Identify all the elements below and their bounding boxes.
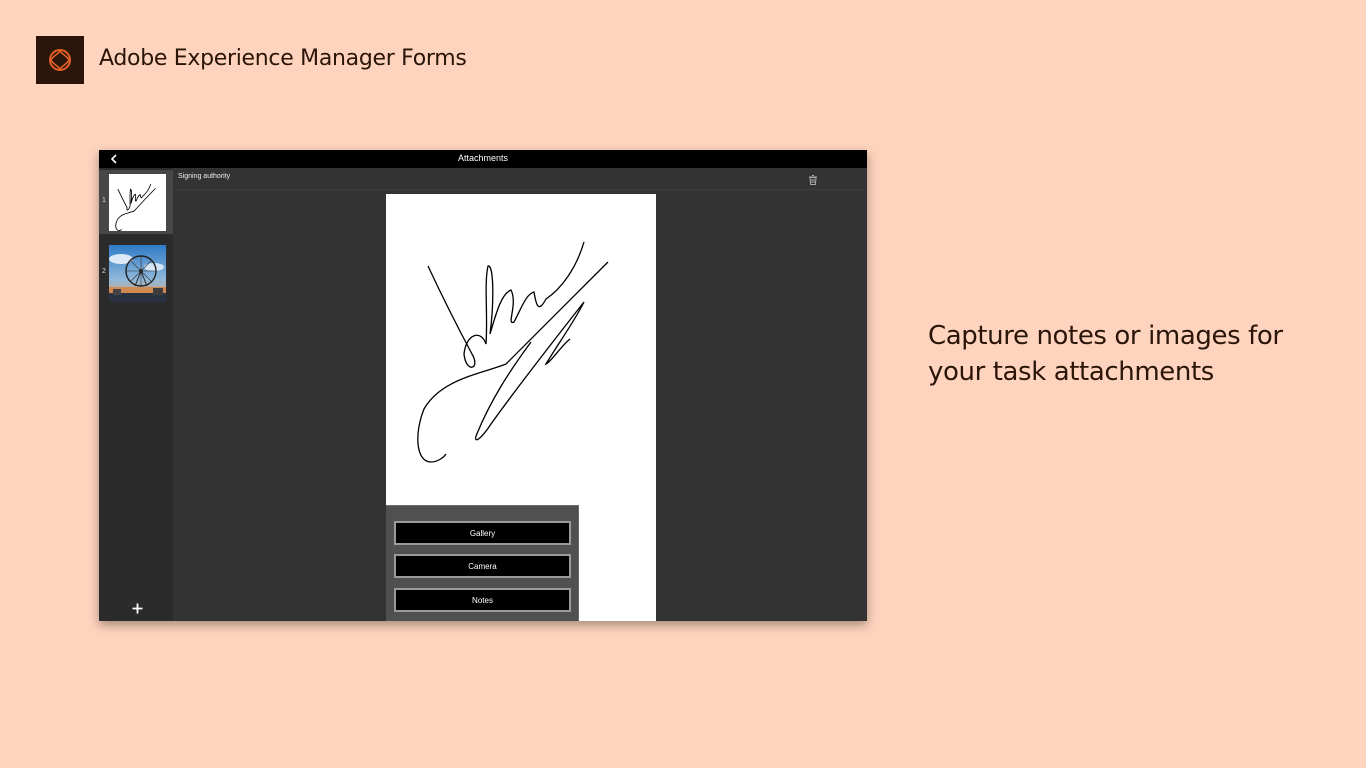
adobe-experience-manager-logo-icon (49, 49, 71, 71)
thumbnail-number: 1 (102, 197, 106, 204)
signature-thumbnail-image (109, 174, 166, 231)
feature-tagline: Capture notes or images for your task at… (928, 321, 1283, 387)
gallery-button[interactable]: Gallery (394, 521, 571, 545)
attachments-topbar: Attachments (99, 150, 867, 168)
app-title: Adobe Experience Manager Forms (99, 46, 467, 71)
device-screenshot: Attachments 1 2 Signing authority Galler… (99, 150, 867, 621)
thumbnail-item-2[interactable]: 2 (99, 241, 173, 305)
topbar-title: Attachments (457, 153, 509, 163)
thumbnail-number: 2 (102, 268, 106, 275)
ferris-wheel-thumbnail-image (109, 245, 166, 302)
camera-button[interactable]: Camera (394, 554, 571, 578)
thumbnail-panel: 1 2 (99, 168, 173, 621)
plus-icon (132, 603, 142, 613)
app-logo (36, 36, 84, 84)
delete-attachment-button[interactable] (807, 173, 819, 185)
attachment-source-popup: Gallery Camera Notes (386, 505, 579, 621)
thumbnail-item-1[interactable]: 1 (99, 170, 173, 234)
attachment-title: Signing authority (178, 173, 231, 180)
content-header: Signing authority (173, 168, 867, 190)
add-attachment-button[interactable] (129, 600, 145, 616)
trash-icon (809, 175, 817, 185)
notes-button[interactable]: Notes (394, 588, 571, 612)
